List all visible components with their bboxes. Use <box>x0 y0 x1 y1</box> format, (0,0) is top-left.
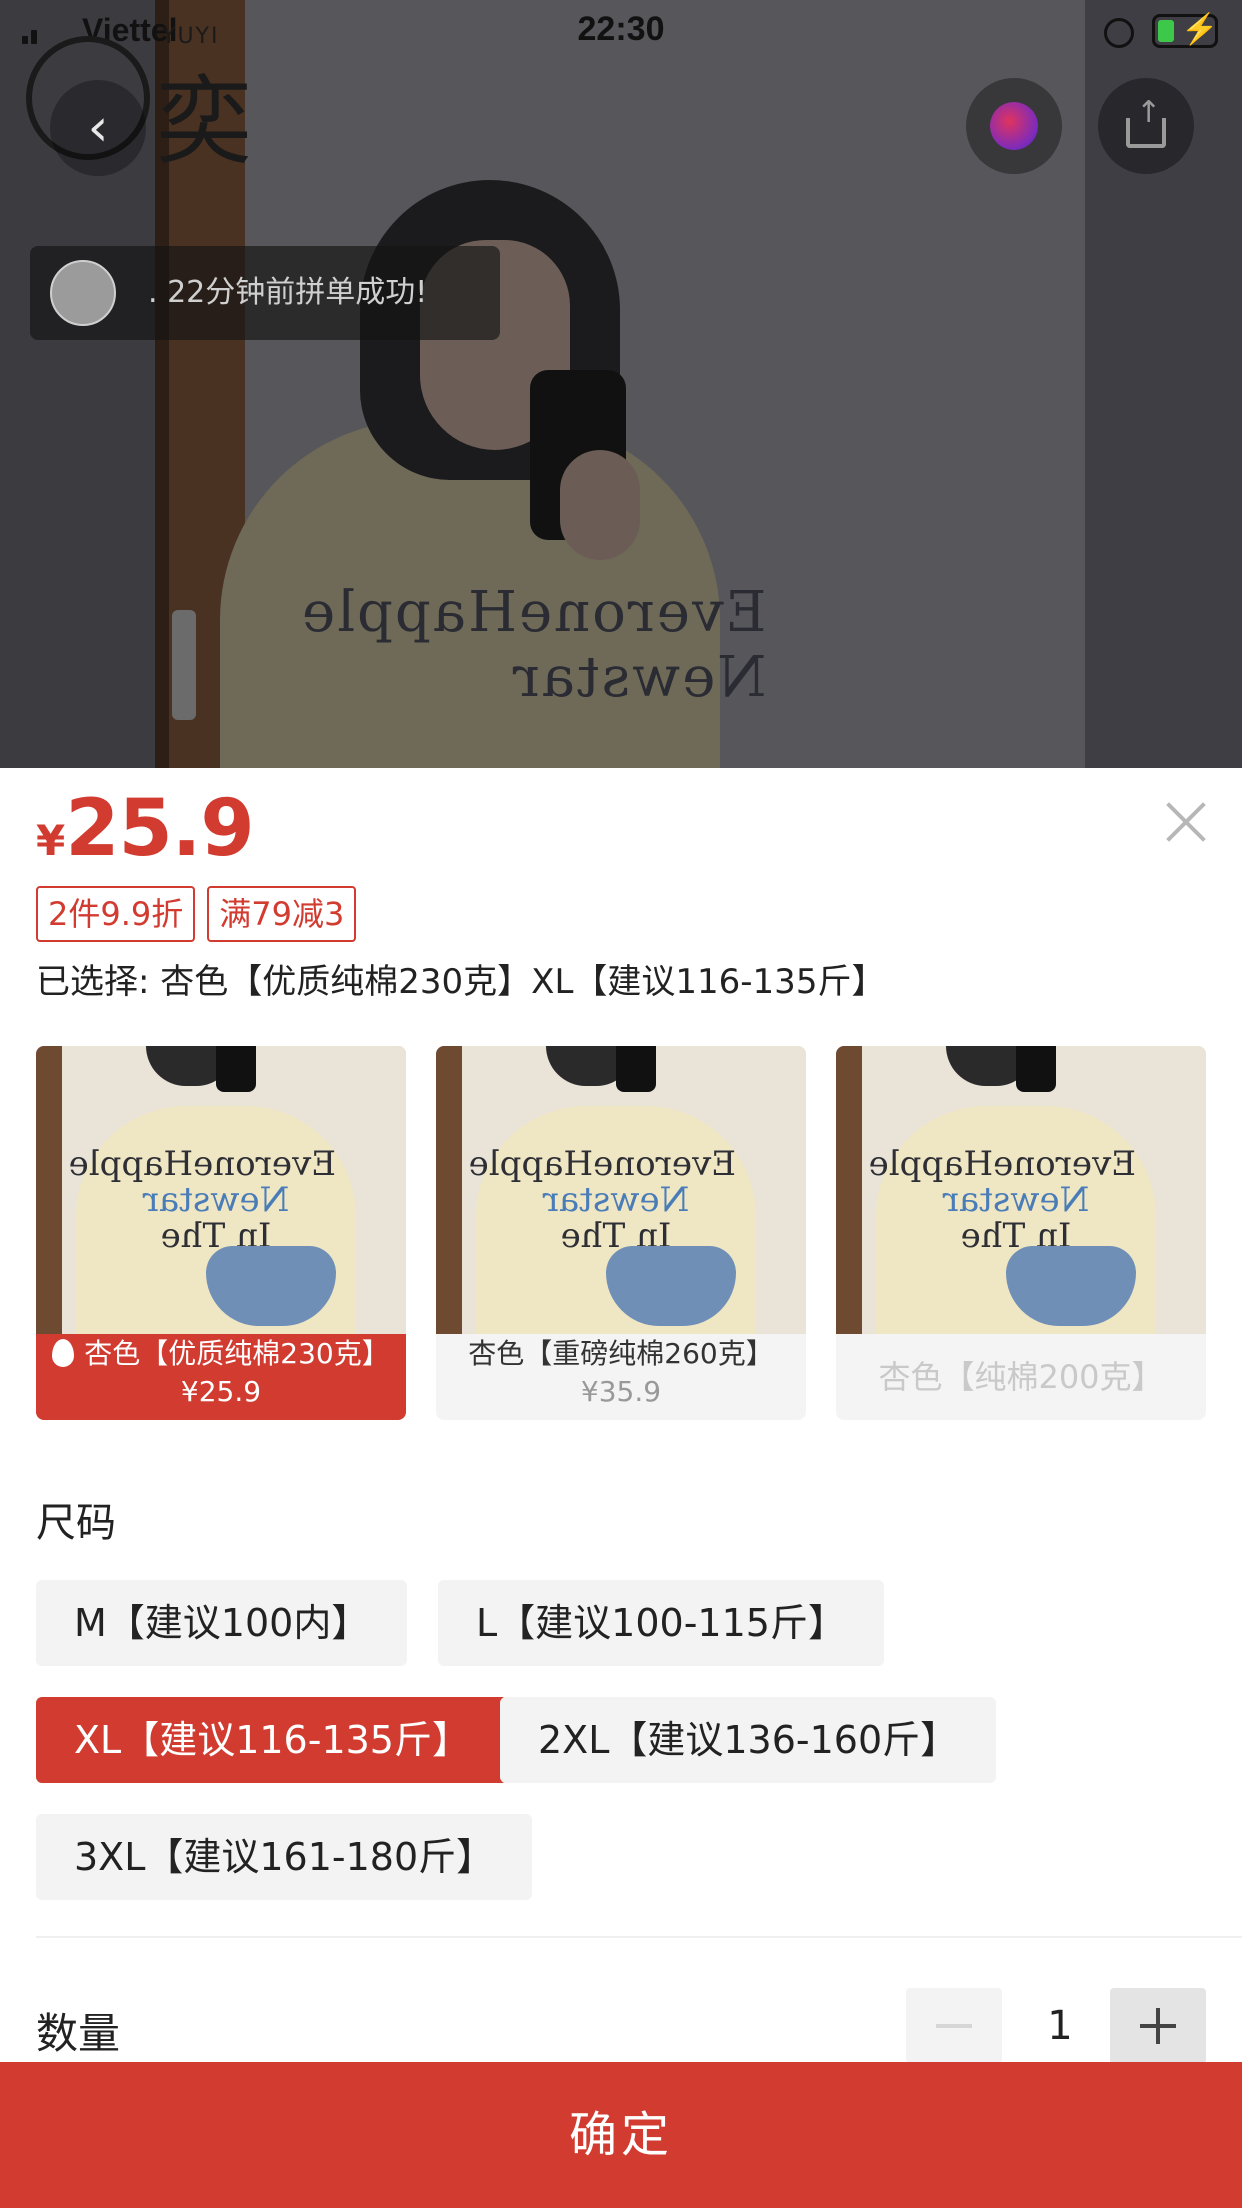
promo-tag: 满79减3 <box>207 886 357 942</box>
variant-thumbnail: EveroneHapple Newstar In The <box>836 1046 1206 1334</box>
variant-label: 杏色【纯棉200克】 <box>878 1358 1164 1396</box>
share-button[interactable]: ↑ <box>1098 78 1194 174</box>
price-value: 25.9 <box>65 784 254 874</box>
price-currency: ¥ <box>36 816 66 865</box>
size-option[interactable]: XL【建议116-135斤】 <box>36 1697 508 1783</box>
size-option[interactable]: L【建议100-115斤】 <box>438 1580 884 1666</box>
photo-shirt-print: EveroneHapple Newstar <box>300 580 766 710</box>
variant-thumbnail: EveroneHapple Newstar In The <box>36 1046 406 1334</box>
fire-icon <box>52 1339 75 1367</box>
shirt-print-line: Newstar <box>510 645 767 710</box>
price: ¥25.9 <box>36 784 255 874</box>
shirt-print-line: EveroneHapple <box>300 580 767 645</box>
size-option[interactable]: 2XL【建议136-160斤】 <box>500 1697 997 1783</box>
selected-summary: 已选择: 杏色【优质纯棉230克】XL【建议116-135斤】 <box>36 962 886 1002</box>
customer-service-button[interactable] <box>966 78 1062 174</box>
variant-option[interactable]: EveroneHapple Newstar In The 杏色【纯棉200克】 <box>836 1046 1206 1420</box>
photo-hand <box>560 450 640 560</box>
toast-text: . 22分钟前拼单成功! <box>148 275 428 310</box>
color-variants: EveroneHapple Newstar In The 杏色【优质纯棉230克】 … <box>36 1046 1206 1420</box>
promo-tag: 2件9.9折 <box>36 886 196 942</box>
close-icon[interactable] <box>1160 796 1212 848</box>
quantity-value[interactable]: 1 <box>1010 1988 1110 2064</box>
photo-door-handle <box>172 610 196 720</box>
back-icon: ‹ <box>87 98 109 158</box>
size-option[interactable]: 3XL【建议161-180斤】 <box>36 1814 533 1900</box>
variant-option[interactable]: EveroneHapple Newstar In The 杏色【重磅纯棉260克】 … <box>436 1046 806 1420</box>
orientation-lock-icon <box>1104 18 1134 48</box>
battery-icon: ⚡ <box>1152 13 1218 48</box>
size-option[interactable]: M【建议100内】 <box>36 1580 408 1666</box>
sku-sheet: ¥25.9 2件9.9折 满79减3 已选择: 杏色【优质纯棉230克】XL【建… <box>0 768 1242 2208</box>
group-buy-toast: . 22分钟前拼单成功! <box>30 246 500 340</box>
divider <box>36 1936 1242 1938</box>
plus-icon[interactable] <box>1110 1988 1206 2064</box>
size-title: 尺码 <box>36 1500 116 1546</box>
variant-label: 杏色【重磅纯棉260克】 <box>468 1337 774 1370</box>
variant-label: 杏色【优质纯棉230克】 <box>36 1334 406 1374</box>
variant-price: ¥35.9 <box>580 1375 662 1408</box>
share-icon: ↑ <box>1126 98 1166 148</box>
customer-service-icon <box>990 102 1038 150</box>
avatar <box>50 260 116 326</box>
variant-price: ¥25.9 <box>180 1375 262 1408</box>
minus-icon[interactable] <box>906 1988 1002 2064</box>
variant-thumbnail: EveroneHapple Newstar In The <box>436 1046 806 1334</box>
variant-option[interactable]: EveroneHapple Newstar In The 杏色【优质纯棉230克】 … <box>36 1046 406 1420</box>
quantity-title: 数量 <box>36 2009 121 2058</box>
confirm-button[interactable]: 确定 <box>0 2062 1242 2208</box>
promo-tags: 2件9.9折 满79减3 <box>36 886 357 942</box>
back-button[interactable]: ‹ <box>50 80 146 176</box>
